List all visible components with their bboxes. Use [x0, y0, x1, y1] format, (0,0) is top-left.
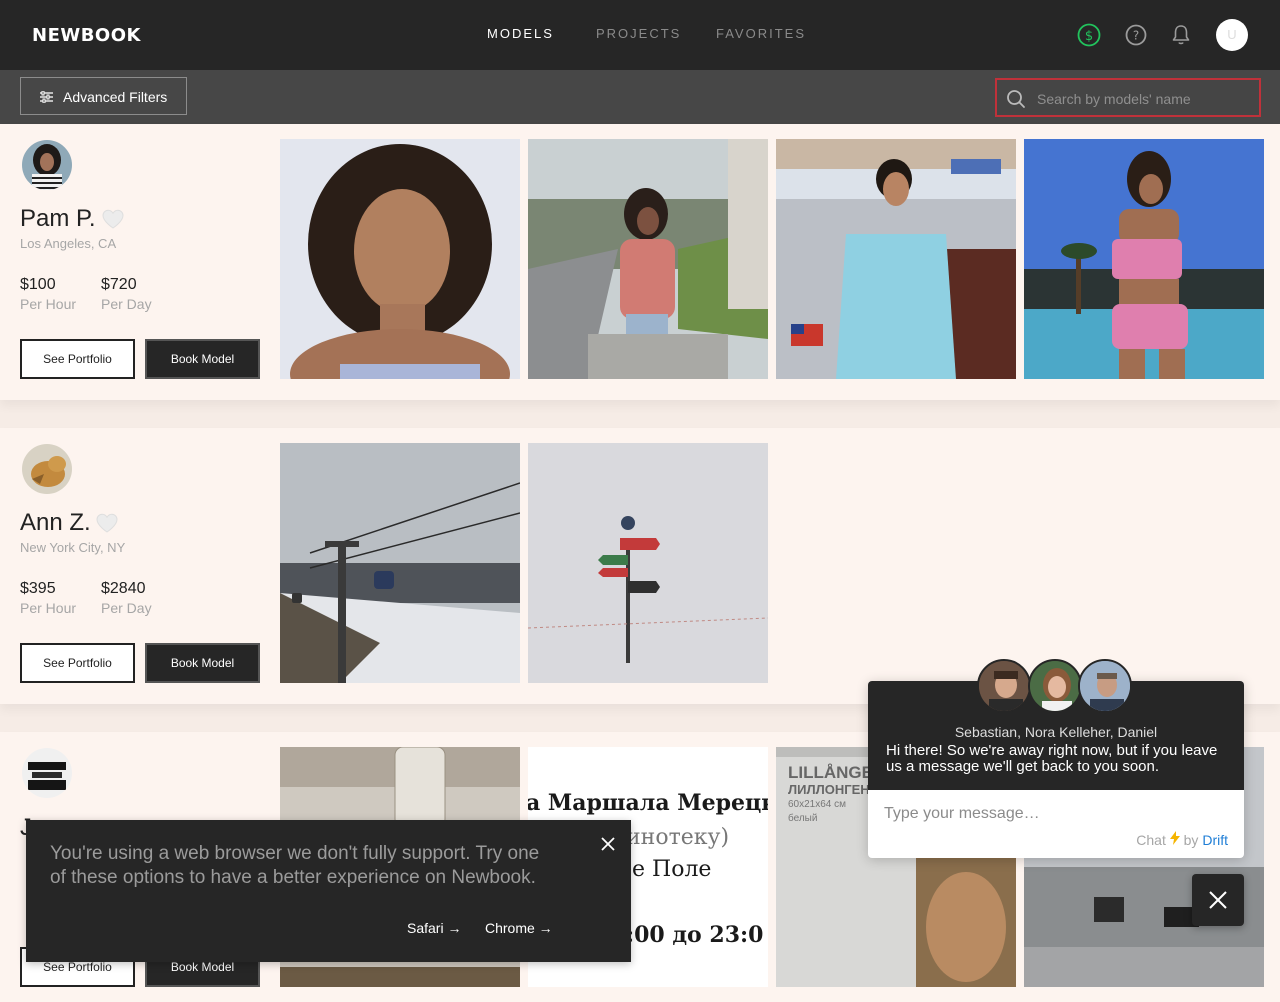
nav-projects[interactable]: PROJECTS [596, 26, 681, 41]
photo-text: а Маршала Мерецк [528, 790, 768, 816]
portfolio-photo[interactable] [280, 139, 520, 379]
chat-header: Sebastian, Nora Kelleher, Daniel Hi ther… [868, 659, 1244, 790]
photo-text: 60x21x64 см [788, 799, 847, 810]
nav-favorites[interactable]: FAVORITES [716, 26, 806, 41]
heart-icon[interactable] [95, 512, 119, 534]
nav-models[interactable]: MODELS [487, 26, 554, 41]
drift-chat-widget: Sebastian, Nora Kelleher, Daniel Hi ther… [868, 659, 1244, 858]
photo-text: инотеку) [626, 825, 730, 850]
lightning-icon [1169, 831, 1180, 845]
hourly-price: $100 [20, 276, 56, 293]
photo-text: е Поле [632, 857, 712, 882]
advanced-filters-button[interactable]: Advanced Filters [20, 77, 187, 115]
daily-label: Per Day [101, 600, 152, 616]
model-name[interactable]: Ann Z. [20, 509, 91, 537]
portfolio-photo[interactable] [528, 443, 768, 683]
hourly-label: Per Hour [20, 296, 77, 312]
book-model-button[interactable]: Book Model [145, 339, 260, 379]
search-icon [1007, 90, 1025, 108]
hourly-price: $395 [20, 580, 56, 597]
unsupported-browser-banner: You're using a web browser we don't full… [26, 820, 631, 962]
model-card: Pam P. Los Angeles, CA $100 Per Hour $72… [0, 124, 1280, 400]
portfolio-photo[interactable] [776, 139, 1016, 379]
portfolio-photo[interactable] [528, 139, 768, 379]
portfolio-photo[interactable] [1024, 139, 1264, 379]
close-icon [1209, 891, 1227, 909]
sliders-icon [40, 91, 53, 103]
daily-label: Per Day [101, 296, 152, 312]
portfolio-photo[interactable] [280, 443, 520, 683]
hourly-label: Per Hour [20, 600, 77, 616]
photo-text: ЛИЛЛОНГЕН [788, 782, 870, 797]
svg-text:?: ? [1133, 29, 1139, 43]
bell-icon[interactable] [1168, 22, 1194, 48]
help-icon[interactable]: ? [1123, 22, 1149, 48]
photo-text: белый [788, 813, 818, 824]
search-box [995, 78, 1261, 117]
svg-text:$: $ [1085, 29, 1093, 44]
daily-price: $720 [101, 276, 137, 293]
banner-message: You're using a web browser we don't full… [50, 843, 540, 888]
model-location: New York City, NY [20, 540, 126, 555]
filter-bar: Advanced Filters [0, 70, 1280, 124]
chat-away-message: Hi there! So we're away right now, but i… [886, 742, 1218, 775]
search-input[interactable] [1035, 87, 1254, 111]
drift-branding[interactable]: Chat by Drift [1136, 831, 1228, 848]
model-name[interactable]: Pam P. [20, 205, 96, 233]
model-card: Ann Z. New York City, NY $395 Per Hour $… [0, 428, 1280, 704]
chrome-link[interactable]: Chrome → [485, 920, 553, 936]
chat-team-names: Sebastian, Nora Kelleher, Daniel [954, 724, 1158, 740]
user-avatar[interactable]: U [1216, 19, 1248, 51]
see-portfolio-button[interactable]: See Portfolio [20, 339, 135, 379]
safari-link[interactable]: Safari → [407, 920, 461, 936]
avatar[interactable] [22, 444, 72, 494]
see-portfolio-button[interactable]: See Portfolio [20, 643, 135, 683]
avatar[interactable] [22, 748, 72, 798]
avatar[interactable] [22, 140, 72, 190]
chat-message-input[interactable] [882, 802, 1226, 826]
heart-icon[interactable] [101, 208, 125, 230]
dollar-icon[interactable]: $ [1076, 22, 1102, 48]
photo-text: :00 до 23:0 [626, 922, 764, 948]
chat-toggle-button[interactable] [1192, 874, 1244, 926]
agent-avatar [1028, 659, 1082, 713]
top-navbar: NEWBOOK MODELS PROJECTS FAVORITES $ ? U [0, 0, 1280, 70]
daily-price: $2840 [101, 580, 146, 597]
model-location: Los Angeles, CA [20, 236, 117, 251]
newbook-logo[interactable]: NEWBOOK [32, 25, 141, 46]
agent-avatar [1078, 659, 1132, 713]
advanced-filters-label: Advanced Filters [63, 89, 168, 105]
agent-avatar [977, 659, 1031, 713]
photo-text: LILLÅNGE [788, 763, 873, 782]
close-icon[interactable] [598, 834, 618, 854]
book-model-button[interactable]: Book Model [145, 643, 260, 683]
